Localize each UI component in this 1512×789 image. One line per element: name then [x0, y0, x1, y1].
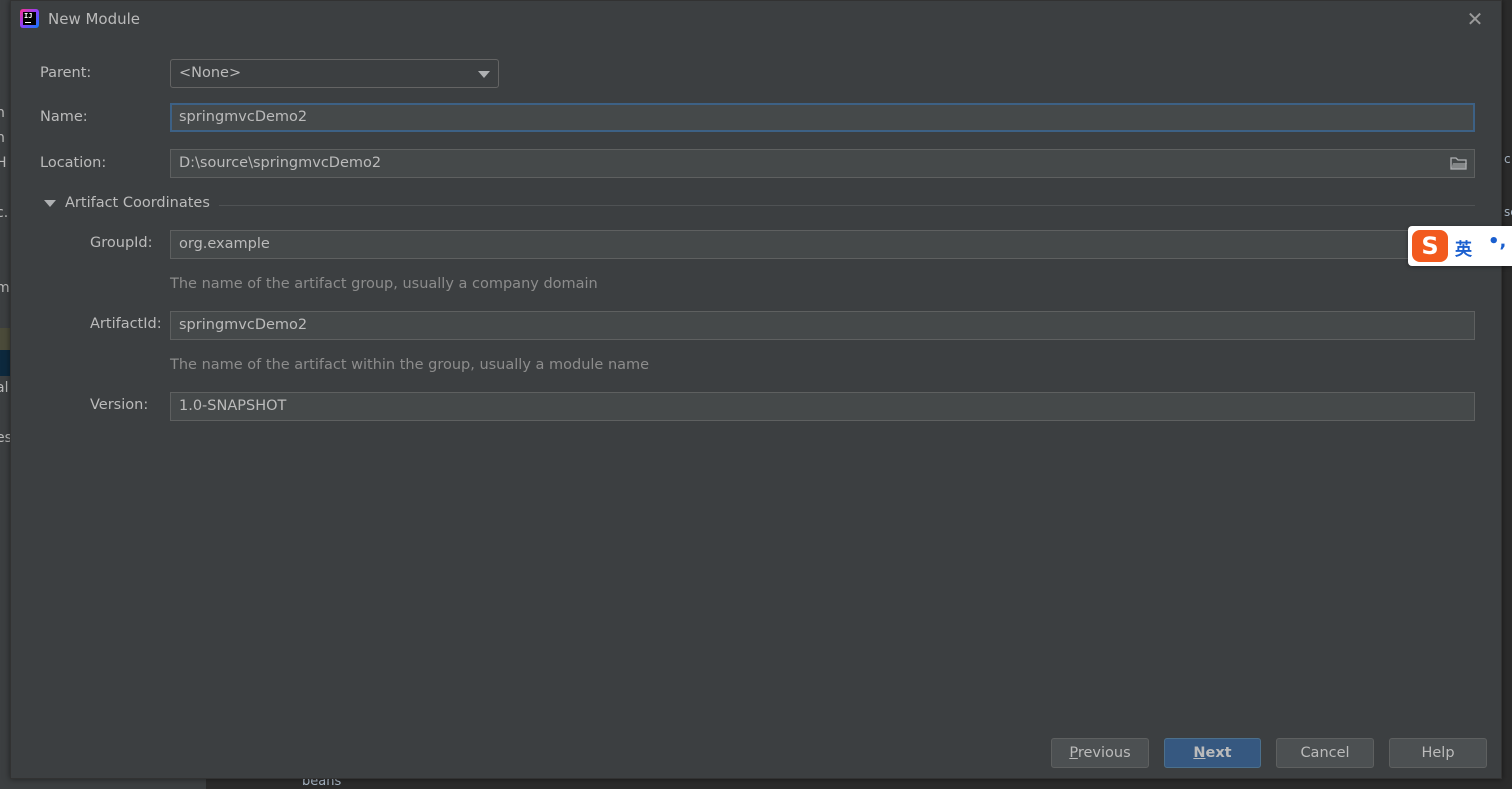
artifact-id-input[interactable]: springmvcDemo2: [170, 311, 1475, 340]
ide-left-selection: [0, 328, 10, 350]
ide-left-fragment: c.: [0, 205, 9, 221]
group-id-hint: The name of the artifact group, usually …: [170, 276, 598, 292]
ide-left-fragment: H: [0, 155, 7, 171]
parent-value: <None>: [179, 65, 242, 81]
ide-left-fragment: m: [0, 280, 10, 296]
parent-label: Parent:: [40, 65, 92, 81]
dialog-titlebar[interactable]: IJ New Module ✕: [11, 1, 1501, 37]
sogou-logo-icon[interactable]: S: [1412, 230, 1448, 262]
group-id-label: GroupId:: [90, 235, 153, 251]
previous-button[interactable]: Previous: [1051, 738, 1149, 768]
ide-left-selection: [0, 350, 10, 376]
intellij-icon: IJ: [20, 9, 39, 28]
previous-mnemonic: P: [1069, 745, 1078, 761]
group-id-input[interactable]: org.example: [170, 230, 1475, 259]
artifact-coordinates-title[interactable]: Artifact Coordinates: [65, 195, 210, 211]
close-icon[interactable]: ✕: [1464, 8, 1486, 30]
dialog-title: New Module: [48, 10, 141, 28]
folder-icon[interactable]: [1450, 156, 1468, 171]
previous-label: revious: [1077, 745, 1131, 761]
version-value: 1.0-SNAPSHOT: [179, 398, 287, 414]
group-id-value: org.example: [179, 236, 270, 252]
section-divider: [219, 205, 1475, 206]
ide-right-fragment: sc: [1504, 205, 1512, 219]
location-value: D:\source\springmvcDemo2: [179, 155, 382, 171]
location-label: Location:: [40, 155, 107, 171]
artifact-id-label: ArtifactId:: [90, 316, 162, 332]
cancel-button[interactable]: Cancel: [1276, 738, 1374, 768]
name-value: springmvcDemo2: [179, 109, 308, 125]
ide-left-fragment: al: [0, 380, 9, 396]
ide-left-panel: n n H c. m al es: [0, 0, 10, 789]
ime-toolbar[interactable]: S 英 •,: [1408, 226, 1512, 266]
ide-left-fragment: n: [0, 105, 5, 121]
parent-dropdown[interactable]: <None>: [170, 59, 499, 88]
name-label: Name:: [40, 109, 88, 125]
new-module-dialog: IJ New Module ✕ Parent: <None> Name: spr…: [10, 0, 1502, 779]
app-icon-text: IJ: [24, 12, 33, 20]
version-input[interactable]: 1.0-SNAPSHOT: [170, 392, 1475, 421]
version-label: Version:: [90, 397, 149, 413]
next-button[interactable]: Next: [1164, 738, 1261, 768]
location-input[interactable]: D:\source\springmvcDemo2: [170, 149, 1475, 178]
ide-right-panel: c sc: [1502, 0, 1512, 789]
help-button[interactable]: Help: [1389, 738, 1487, 768]
ime-language-toggle[interactable]: 英: [1455, 235, 1472, 260]
artifact-id-value: springmvcDemo2: [179, 317, 308, 333]
triangle-down-icon[interactable]: [44, 200, 56, 207]
ime-punctuation-toggle[interactable]: •,: [1488, 231, 1506, 252]
ide-bottom-panel: beans: [0, 774, 1512, 789]
ide-left-fragment: es: [0, 430, 10, 446]
next-mnemonic: N: [1193, 745, 1206, 761]
artifact-id-hint: The name of the artifact within the grou…: [170, 357, 650, 373]
chevron-down-icon: [478, 71, 490, 78]
ide-bottom-left-panel: [0, 779, 206, 789]
ide-left-fragment: n: [0, 130, 5, 146]
next-label: ext: [1205, 745, 1232, 761]
name-input[interactable]: springmvcDemo2: [170, 103, 1475, 132]
ide-right-fragment: c: [1504, 152, 1511, 166]
